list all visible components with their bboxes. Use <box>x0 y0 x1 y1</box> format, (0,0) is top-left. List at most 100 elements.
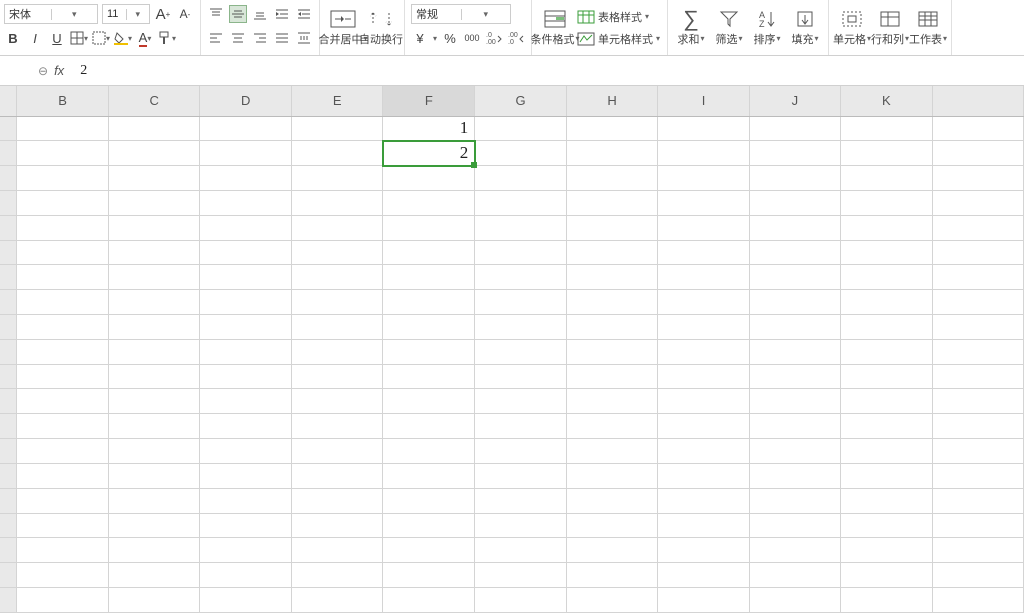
cell-I20[interactable] <box>658 587 749 612</box>
row-gutter[interactable] <box>0 414 17 439</box>
cell-F20[interactable] <box>383 587 475 612</box>
cell-G15[interactable] <box>475 463 567 488</box>
cell-D17[interactable] <box>200 513 292 538</box>
cell-J12[interactable] <box>749 389 840 414</box>
cell-H8[interactable] <box>566 290 658 315</box>
cell-J20[interactable] <box>749 587 840 612</box>
row-gutter[interactable] <box>0 364 17 389</box>
cell-H15[interactable] <box>566 463 658 488</box>
cell-I15[interactable] <box>658 463 749 488</box>
cell-B11[interactable] <box>17 364 108 389</box>
cell-K20[interactable] <box>841 587 932 612</box>
cell-D12[interactable] <box>200 389 292 414</box>
cell-I10[interactable] <box>658 339 749 364</box>
cell[interactable] <box>932 513 1023 538</box>
cell-I8[interactable] <box>658 290 749 315</box>
cell[interactable] <box>932 364 1023 389</box>
column-header-E[interactable]: E <box>291 86 382 116</box>
increase-indent-icon[interactable] <box>273 5 291 23</box>
wrap-text-button[interactable]: 自动换行 <box>364 6 398 50</box>
cell-J10[interactable] <box>749 339 840 364</box>
cell-D15[interactable] <box>200 463 292 488</box>
cell-H1[interactable] <box>566 116 658 141</box>
cell-F11[interactable] <box>383 364 475 389</box>
cell-D7[interactable] <box>200 265 292 290</box>
column-header-C[interactable]: C <box>108 86 200 116</box>
cell-B18[interactable] <box>17 538 108 563</box>
cell-B19[interactable] <box>17 563 108 588</box>
cell-F18[interactable] <box>383 538 475 563</box>
cell-D10[interactable] <box>200 339 292 364</box>
row-gutter[interactable] <box>0 513 17 538</box>
justify-icon[interactable] <box>273 29 291 47</box>
filter-button[interactable]: 筛选▾ <box>712 6 746 50</box>
cell-K17[interactable] <box>841 513 932 538</box>
cell-B13[interactable] <box>17 414 108 439</box>
cell-I4[interactable] <box>658 190 749 215</box>
cell-H14[interactable] <box>566 439 658 464</box>
cell-J7[interactable] <box>749 265 840 290</box>
cell-C13[interactable] <box>108 414 200 439</box>
cell-G12[interactable] <box>475 389 567 414</box>
cell-H3[interactable] <box>566 166 658 191</box>
cell-I7[interactable] <box>658 265 749 290</box>
cell-G1[interactable] <box>475 116 567 141</box>
column-header-H[interactable]: H <box>566 86 658 116</box>
increase-decimal-icon[interactable]: .0.00 <box>485 29 503 47</box>
cell-K5[interactable] <box>841 215 932 240</box>
italic-button[interactable]: I <box>26 29 44 47</box>
cell-E7[interactable] <box>291 265 382 290</box>
cell-D1[interactable] <box>200 116 292 141</box>
cell-K8[interactable] <box>841 290 932 315</box>
cell-J8[interactable] <box>749 290 840 315</box>
cell-J13[interactable] <box>749 414 840 439</box>
cell[interactable] <box>932 265 1023 290</box>
cell-F2[interactable]: 2 <box>383 141 475 166</box>
cell-J19[interactable] <box>749 563 840 588</box>
underline-button[interactable]: U <box>48 29 66 47</box>
cell-E2[interactable] <box>291 141 382 166</box>
cell-B5[interactable] <box>17 215 108 240</box>
cell-B12[interactable] <box>17 389 108 414</box>
cell-E5[interactable] <box>291 215 382 240</box>
table-style-button[interactable]: 表格样式▾ <box>576 7 661 27</box>
decrease-font-icon[interactable]: A- <box>176 5 194 23</box>
cell-H18[interactable] <box>566 538 658 563</box>
row-col-button[interactable]: 行和列▾ <box>873 6 907 50</box>
worksheet-button[interactable]: 工作表▾ <box>911 6 945 50</box>
cell-B9[interactable] <box>17 315 108 340</box>
cell-G18[interactable] <box>475 538 567 563</box>
format-painter-icon[interactable]: ▾ <box>158 29 176 47</box>
cell-D2[interactable] <box>200 141 292 166</box>
cell-H10[interactable] <box>566 339 658 364</box>
cell-I18[interactable] <box>658 538 749 563</box>
cell-I11[interactable] <box>658 364 749 389</box>
column-header-J[interactable]: J <box>749 86 840 116</box>
cell-G19[interactable] <box>475 563 567 588</box>
cell-E13[interactable] <box>291 414 382 439</box>
cell[interactable] <box>932 488 1023 513</box>
cell-F19[interactable] <box>383 563 475 588</box>
cell-H5[interactable] <box>566 215 658 240</box>
cell-G10[interactable] <box>475 339 567 364</box>
cell[interactable] <box>932 315 1023 340</box>
cell-J9[interactable] <box>749 315 840 340</box>
currency-button[interactable]: ¥ <box>411 29 429 47</box>
cell-G3[interactable] <box>475 166 567 191</box>
cell-B6[interactable] <box>17 240 108 265</box>
align-top-icon[interactable] <box>207 5 225 23</box>
borders-icon[interactable]: ▾ <box>70 29 88 47</box>
cell-K6[interactable] <box>841 240 932 265</box>
row-gutter[interactable] <box>0 439 17 464</box>
cell-B17[interactable] <box>17 513 108 538</box>
cell-K13[interactable] <box>841 414 932 439</box>
sum-button[interactable]: ∑ 求和▾ <box>674 6 708 50</box>
cell-K15[interactable] <box>841 463 932 488</box>
cell-D20[interactable] <box>200 587 292 612</box>
percent-button[interactable]: % <box>441 29 459 47</box>
cell-B20[interactable] <box>17 587 108 612</box>
cell-C17[interactable] <box>108 513 200 538</box>
cell-C8[interactable] <box>108 290 200 315</box>
cell-I16[interactable] <box>658 488 749 513</box>
cell-C5[interactable] <box>108 215 200 240</box>
